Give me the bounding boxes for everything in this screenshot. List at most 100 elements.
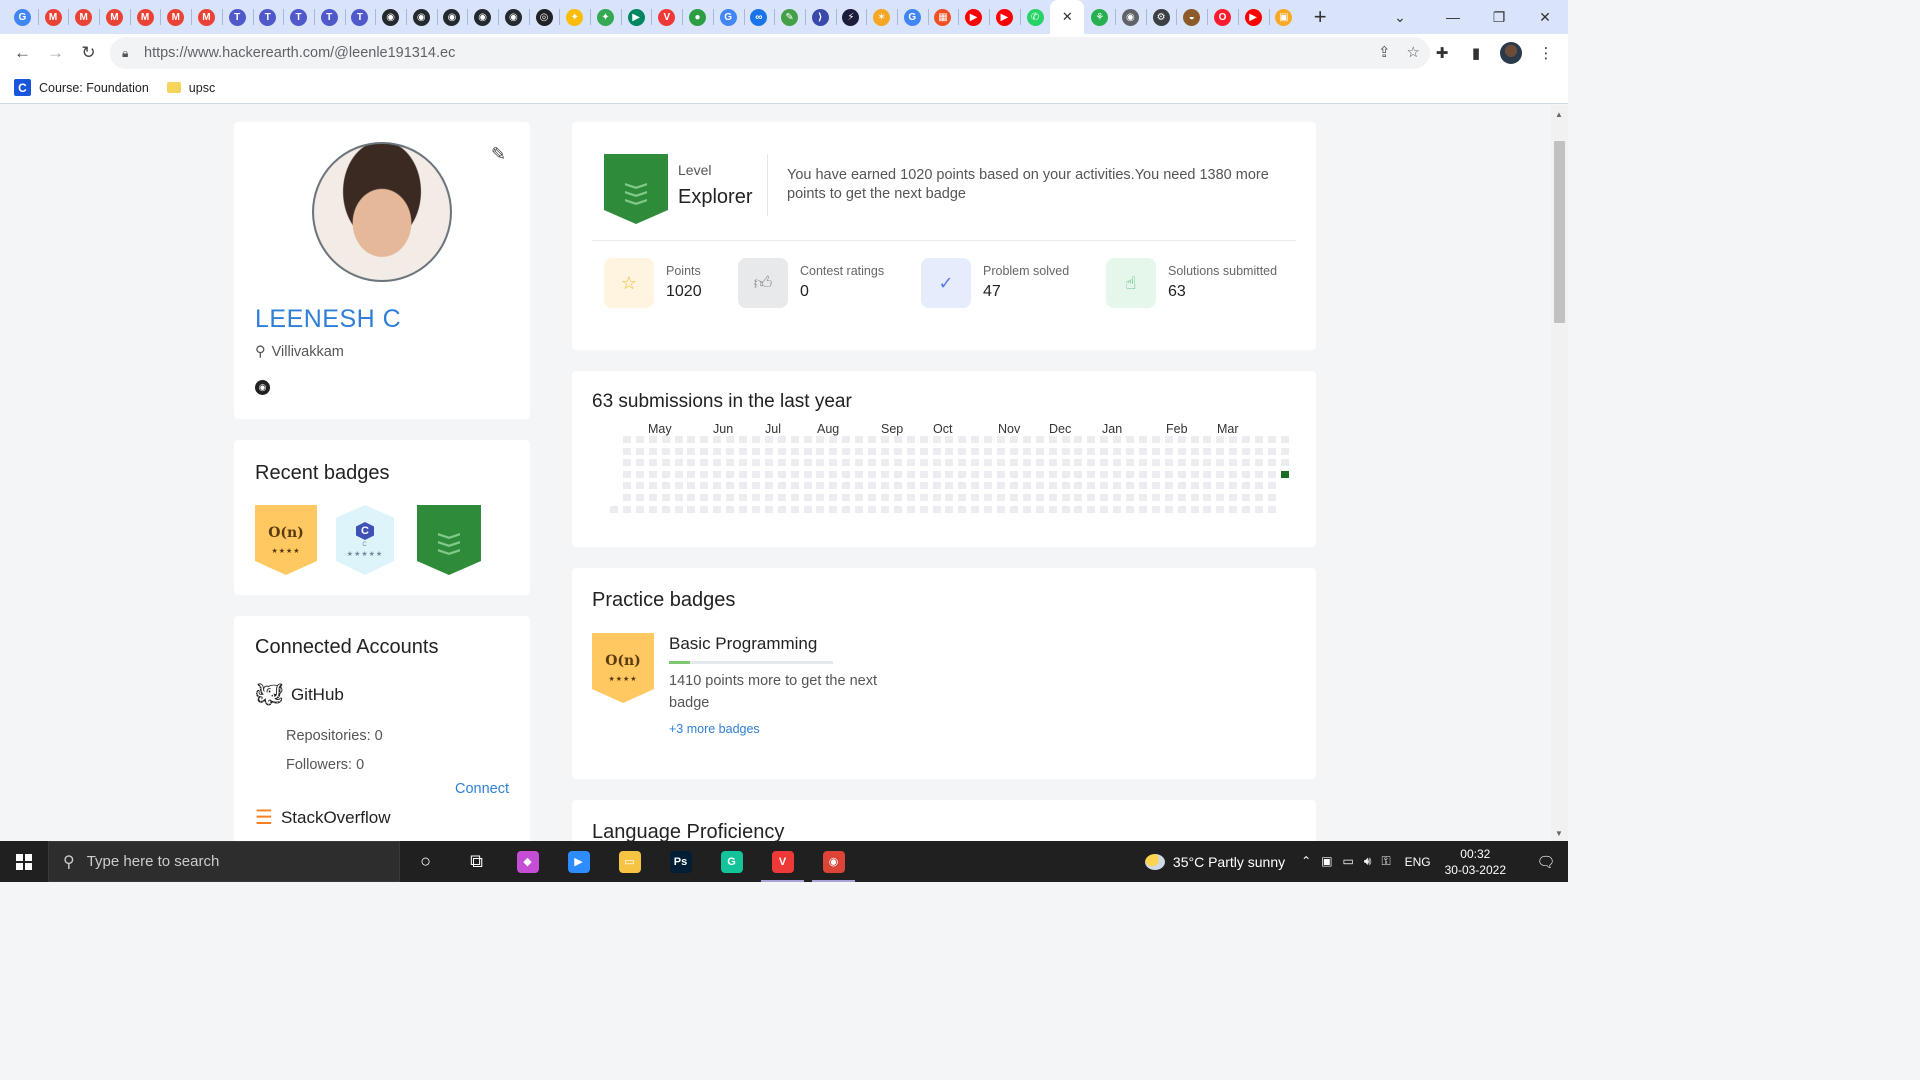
taskbar-app-cortana[interactable]: ○ bbox=[400, 841, 451, 882]
heatmap-cell[interactable] bbox=[842, 482, 851, 490]
heatmap-cell[interactable] bbox=[726, 494, 735, 501]
browser-tab[interactable]: M bbox=[37, 0, 69, 34]
taskbar-clock[interactable]: 00:32 30-03-2022 bbox=[1445, 846, 1506, 878]
address-bar[interactable]: 🔒︎ https://www.hackerearth.com/@leenle19… bbox=[110, 37, 1430, 69]
heatmap-cell[interactable] bbox=[1138, 470, 1147, 478]
heatmap-cell[interactable] bbox=[1190, 482, 1199, 490]
heatmap-cell[interactable] bbox=[1229, 459, 1238, 467]
heatmap-cell[interactable] bbox=[687, 447, 696, 455]
heatmap-cell[interactable] bbox=[635, 482, 644, 490]
heatmap-cell[interactable] bbox=[829, 459, 838, 467]
heatmap-cell[interactable] bbox=[945, 459, 954, 467]
browser-tab[interactable]: ✦ bbox=[590, 0, 621, 34]
heatmap-cell[interactable] bbox=[1126, 470, 1134, 478]
heatmap-cell[interactable] bbox=[1022, 436, 1031, 443]
heatmap-cell[interactable] bbox=[803, 436, 812, 443]
heatmap-cell[interactable] bbox=[971, 470, 980, 478]
heatmap-cell[interactable] bbox=[1074, 447, 1083, 455]
heatmap-cell[interactable] bbox=[1087, 494, 1096, 501]
heatmap-cell[interactable] bbox=[816, 470, 825, 478]
heatmap-cell[interactable] bbox=[984, 494, 993, 501]
heatmap-cell[interactable] bbox=[855, 447, 864, 455]
heatmap-cell[interactable] bbox=[1280, 447, 1289, 455]
heatmap-cell[interactable] bbox=[1087, 459, 1096, 467]
heatmap-cell[interactable] bbox=[726, 447, 735, 455]
heatmap-cell[interactable] bbox=[790, 459, 799, 467]
heatmap-cell[interactable] bbox=[1061, 459, 1070, 467]
heatmap-cell[interactable] bbox=[984, 470, 993, 478]
heatmap-cell[interactable] bbox=[1113, 436, 1122, 443]
heatmap-cell[interactable] bbox=[868, 459, 876, 467]
heatmap-cell[interactable] bbox=[1100, 505, 1109, 513]
heatmap-cell[interactable] bbox=[1061, 447, 1070, 455]
heatmap-cell[interactable] bbox=[777, 494, 786, 501]
extensions-puzzle-icon[interactable]: ✚ bbox=[1432, 44, 1452, 62]
heatmap-cell[interactable] bbox=[1203, 482, 1212, 490]
heatmap-cell[interactable] bbox=[1242, 459, 1251, 467]
heatmap-cell[interactable] bbox=[958, 459, 967, 467]
badge-basic-programming[interactable]: O(n) ★★★★ bbox=[592, 633, 654, 703]
heatmap-cell[interactable] bbox=[1229, 494, 1238, 501]
heatmap-cell[interactable] bbox=[932, 470, 941, 478]
heatmap-cell[interactable] bbox=[648, 494, 657, 501]
heatmap-cell[interactable] bbox=[829, 482, 838, 490]
heatmap-cell[interactable] bbox=[1229, 447, 1238, 455]
heatmap-cell[interactable] bbox=[1203, 436, 1212, 443]
browser-tab[interactable]: ✦ bbox=[559, 0, 590, 34]
heatmap-cell[interactable] bbox=[958, 494, 967, 501]
browser-tab[interactable]: ▶ bbox=[989, 0, 1020, 34]
browser-tab[interactable]: ⚙ bbox=[1145, 0, 1177, 34]
back-button[interactable]: ← bbox=[6, 36, 39, 70]
heatmap-cell[interactable] bbox=[803, 494, 812, 501]
reload-button[interactable]: ↻ bbox=[72, 36, 105, 70]
minimize-button[interactable]: — bbox=[1430, 0, 1476, 34]
heatmap-cell[interactable] bbox=[622, 505, 631, 513]
heatmap-cell[interactable] bbox=[622, 482, 631, 490]
volume-icon[interactable]: 🔊︎ bbox=[1364, 854, 1372, 869]
heatmap-cell[interactable] bbox=[790, 470, 799, 478]
browser-tab[interactable]: M bbox=[160, 0, 191, 34]
heatmap-cell[interactable] bbox=[1280, 470, 1289, 478]
browser-tab[interactable]: ⚘ bbox=[1084, 0, 1115, 34]
heatmap-cell[interactable] bbox=[1126, 505, 1134, 513]
heatmap-cell[interactable] bbox=[868, 470, 876, 478]
heatmap-cell[interactable] bbox=[1216, 505, 1225, 513]
heatmap-cell[interactable] bbox=[1035, 482, 1044, 490]
heatmap-cell[interactable] bbox=[790, 494, 799, 501]
scrollbar-thumb[interactable] bbox=[1554, 141, 1565, 323]
profile-avatar-button[interactable] bbox=[1500, 42, 1522, 64]
heatmap-cell[interactable] bbox=[1151, 494, 1160, 501]
heatmap-cell[interactable] bbox=[919, 494, 928, 501]
heatmap-cell[interactable] bbox=[1048, 447, 1057, 455]
heatmap-cell[interactable] bbox=[1177, 494, 1186, 501]
heatmap-cell[interactable] bbox=[726, 482, 735, 490]
heatmap-cell[interactable] bbox=[893, 436, 902, 443]
heatmap-cell[interactable] bbox=[1216, 447, 1225, 455]
heatmap-cell[interactable] bbox=[751, 447, 760, 455]
heatmap-cell[interactable] bbox=[1177, 436, 1186, 443]
heatmap-cell[interactable] bbox=[1229, 436, 1238, 443]
battery-icon[interactable]: ▭ bbox=[1343, 854, 1354, 869]
heatmap-cell[interactable] bbox=[713, 482, 722, 490]
heatmap-cell[interactable] bbox=[790, 505, 799, 513]
heatmap-cell[interactable] bbox=[803, 482, 812, 490]
heatmap-cell[interactable] bbox=[739, 505, 747, 513]
heatmap-cell[interactable] bbox=[893, 482, 902, 490]
taskbar-app-file-explorer[interactable]: ▭ bbox=[604, 841, 655, 882]
heatmap-cell[interactable] bbox=[868, 447, 876, 455]
heatmap-cell[interactable] bbox=[919, 436, 928, 443]
heatmap-cell[interactable] bbox=[932, 459, 941, 467]
heatmap-cell[interactable] bbox=[739, 436, 747, 443]
heatmap-cell[interactable] bbox=[1203, 459, 1212, 467]
heatmap-cell[interactable] bbox=[919, 470, 928, 478]
page-scrollbar[interactable]: ▲ ▼ bbox=[1551, 105, 1568, 841]
heatmap-cell[interactable] bbox=[1035, 505, 1044, 513]
heatmap-cell[interactable] bbox=[997, 494, 1005, 501]
heatmap-cell[interactable] bbox=[932, 505, 941, 513]
browser-tab[interactable]: T bbox=[252, 0, 284, 34]
heatmap-cell[interactable] bbox=[971, 482, 980, 490]
input-language[interactable]: ENG bbox=[1405, 855, 1431, 869]
browser-tab[interactable]: V bbox=[651, 0, 682, 34]
taskbar-app-vivaldi[interactable]: V bbox=[757, 841, 808, 882]
browser-tab[interactable]: ✶ bbox=[866, 0, 897, 34]
